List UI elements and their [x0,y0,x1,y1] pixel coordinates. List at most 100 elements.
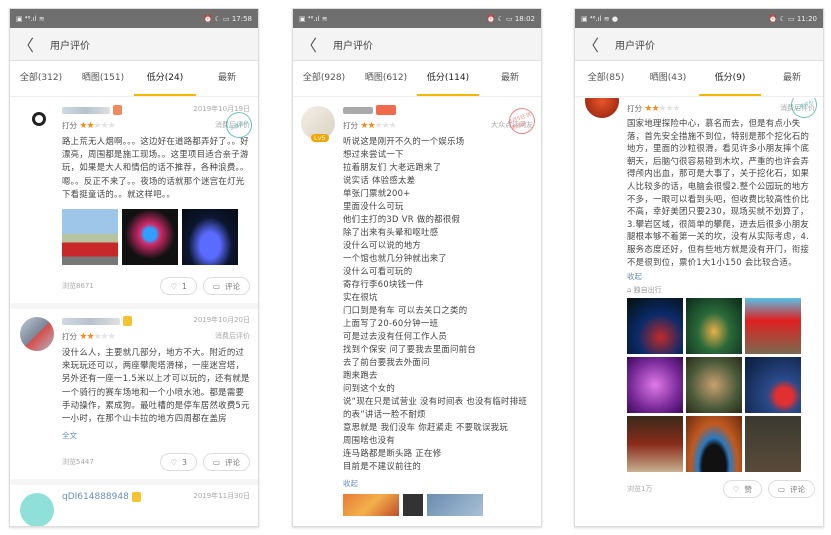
review-line: 除了出来有头晕和呕吐感 [343,227,439,237]
tab-low-score[interactable]: 低分(9) [699,61,761,96]
like-button[interactable]: ♡ 1 [160,277,197,296]
tab-all[interactable]: 全部(928) [293,61,355,96]
review-line: 说“现在只是试营业 没有时间表 也没有临时排班的表”讲话一脸不耐烦 [343,396,528,419]
review-photo[interactable] [745,357,801,414]
review-source: 消费后评价 [215,332,250,341]
review-photo[interactable] [686,416,742,473]
status-time: 11:20 [796,14,817,23]
comment-button[interactable]: ▭ 评论 [767,480,815,499]
review-tabs: 全部(85) 晒图(43) 低分(9) 最新 [575,61,823,97]
review-photo[interactable] [745,298,801,355]
review-line: 连马路都是断头路 正在修 [343,448,442,458]
comment-label: 评论 [225,457,240,467]
review-line: 问到这个女的 [343,383,396,393]
tab-all[interactable]: 全部(312) [10,61,72,96]
score-label: 打分 [627,103,642,113]
tab-latest[interactable]: 最新 [196,61,258,96]
tab-photos[interactable]: 晒图(151) [72,61,134,96]
alarm-icon: ⏰ ☾ ▭ [203,14,232,23]
review-card: 2019年10月19日 认真评价 打分 ★★★★★ 消费后评价 路上荒无人烟啊。。… [10,98,258,310]
review-line: 门口到是有车 可以去关口之类的 [343,305,468,315]
review-photo[interactable] [427,494,483,516]
review-photo[interactable] [627,298,683,355]
review-date: 2019年10月20日 [193,316,250,325]
review-text: 听说这是刚开不久的一个娱乐场 想过来尝试一下 拉着朋友们 大老远跑来了 说实话 体验感… [343,135,533,473]
review-photo[interactable] [182,209,238,266]
like-button[interactable]: ♡ 赞 [722,480,762,499]
review-tabs: 全部(928) 晒图(612) 低分(114) 最新 [293,61,541,97]
review-card: qDI614888948 2019年11月30日 [10,485,258,526]
comment-icon: ▭ [212,281,220,291]
collapse-link[interactable]: 收起 [343,479,533,489]
avatar[interactable] [32,112,46,126]
view-count: 浏览8671 [62,282,94,291]
review-text: 国家地理探险中心，慕名而去，但是有点小失落，首先安全措施不到位，特别是那个挖化石… [627,118,810,267]
review-photo[interactable] [627,357,683,414]
star-rating: ★★★★★ [79,331,115,342]
back-icon[interactable]: 〈 [583,32,599,56]
review-line: 听说这是刚开不久的一个娱乐场 [343,136,465,146]
review-line: 没什么可看可玩的 [343,266,413,276]
trip-tag-label: 独自出行 [633,286,662,295]
review-text: 路上荒无人烟啊。。。这边好在道路都弄好了。。好漂亮，周围都是施工现场。。这里项目… [62,136,249,199]
review-photo[interactable] [745,416,801,473]
tab-low-score[interactable]: 低分(114) [417,61,479,96]
avatar[interactable] [20,493,54,526]
back-icon[interactable]: 〈 [301,32,317,56]
signal-icon: ▣ ⁴⁶.ıl ≋ [299,14,328,23]
tab-photos[interactable]: 晒图(43) [637,61,699,96]
tag-icon: ⌂ [627,286,634,295]
review-line: 拉着朋友们 大老远跑来了 [343,162,442,172]
comment-button[interactable]: ▭ 评论 [202,453,250,472]
review-line: 里面没什么可玩 [343,201,404,211]
review-photo[interactable] [62,209,118,266]
review-line: 意思就是 我们没车 你赶紧走 不要耽误我玩 [343,422,509,432]
review-photo[interactable] [686,357,742,414]
status-bar: ▣ ⁴⁶.ıl ≋ ⏰ ☾ ▭ 18:02 [293,9,541,28]
score-label: 打分 [62,120,77,130]
star-rating: ★★★★★ [360,120,396,131]
review-text: 没什么人，主要就几部分，地方不大。附近的过来玩玩还可以，两座攀爬塔滑梯，一座迷宫… [62,347,250,424]
tab-latest[interactable]: 最新 [479,61,541,96]
tab-all[interactable]: 全部(85) [575,61,637,96]
page-title: 用户评价 [615,40,656,52]
review-photo[interactable] [686,298,742,355]
comment-icon: ▭ [212,457,220,467]
review-line: 去了前台要我去外面问 [343,357,430,367]
like-count: 3 [182,457,187,467]
comment-button[interactable]: ▭ 评论 [202,277,250,296]
phone-screen-1: ▣ ⁴⁶.ıl ≋ ⏰ ☾ ▭ 17:58 〈 用户评价 全部(312) 晒图(15… [9,8,259,527]
view-count: 浏览5447 [62,458,94,467]
star-rating: ★★★★★ [79,120,115,131]
phone-screen-2: ▣ ⁴⁶.ıl ≋ ⏰ ☾ ▭ 18:02 〈 用户评价 全部(928) 晒图(61… [292,8,542,527]
status-bar: ▣ ⁴⁶.ıl ≋ ⏰ ☾ ▭ 17:58 [10,9,258,28]
avatar[interactable] [585,98,619,118]
user-name[interactable] [343,104,533,116]
review-line: 周围啥也没有 [343,435,396,445]
full-text-link[interactable]: 全文 [62,431,250,441]
page-title: 用户评价 [333,40,374,52]
review-tabs: 全部(312) 晒图(151) 低分(24) 最新 [10,61,258,97]
tab-latest[interactable]: 最新 [761,61,823,96]
user-name-text: qDI614888948 [62,492,129,503]
heart-icon: ♡ [170,457,178,467]
tab-low-score[interactable]: 低分(24) [134,61,196,96]
review-photo[interactable] [343,494,399,516]
back-icon[interactable]: 〈 [18,32,34,56]
avatar[interactable] [20,317,54,352]
review-line: 说实话 体验感太差 [343,175,416,185]
review-photo[interactable] [122,209,178,266]
status-time: 18:02 [514,14,535,23]
collapse-link[interactable]: 收起 [627,272,815,282]
alarm-icon: ⏰ ☾ ▭ [768,14,797,23]
trip-tag: ⌂ 独自出行 [627,285,815,295]
view-count: 浏览1万 [627,485,653,494]
review-photo[interactable] [403,494,423,516]
review-photo[interactable] [627,416,683,473]
review-line: 他们主打的3D VR 做的都很假 [343,214,461,224]
like-button[interactable]: ♡ 3 [160,453,197,472]
tab-photos[interactable]: 晒图(612) [355,61,417,96]
status-time: 17:58 [231,14,252,23]
level-badge: Lv5 [311,134,329,142]
alarm-icon: ⏰ ☾ ▭ [486,14,515,23]
